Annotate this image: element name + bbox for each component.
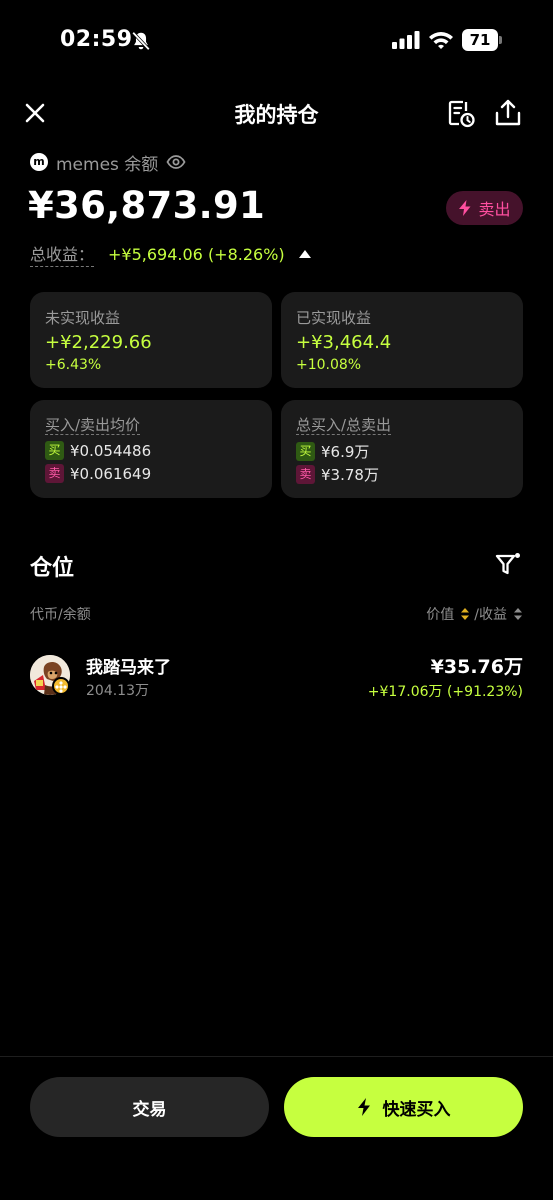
lightning-icon xyxy=(459,200,471,216)
sort-arrows-active-icon[interactable] xyxy=(460,607,470,621)
realized-pnl-card: 已实现收益 +¥3,464.4 +10.08% xyxy=(281,292,523,388)
sell-button-label: 卖出 xyxy=(478,200,511,219)
battery-indicator: 71 xyxy=(462,29,502,51)
buy-tag: 买 xyxy=(45,441,64,460)
trade-button-label: 交易 xyxy=(132,1099,167,1120)
avg-buy-line: 买 ¥0.054486 xyxy=(45,441,151,460)
share-icon[interactable] xyxy=(494,98,522,128)
token-pnl: +¥17.06万 (+91.23%) xyxy=(367,684,523,700)
card-value: +¥3,464.4 xyxy=(296,332,392,353)
buy-tag: 买 xyxy=(296,442,315,461)
nav-bar: 我的持仓 xyxy=(0,90,553,136)
sell-tag: 卖 xyxy=(45,464,64,483)
total-buy-value: ¥6.9万 xyxy=(321,443,370,461)
balance-amount: ¥36,873.91 xyxy=(28,184,266,227)
quick-buy-button-label: 快速买入 xyxy=(382,1099,451,1120)
avg-sell-line: 卖 ¥0.061649 xyxy=(45,464,151,483)
sort-arrows-icon[interactable] xyxy=(513,607,523,621)
wifi-icon xyxy=(429,32,453,49)
status-time: 02:59 xyxy=(60,27,133,52)
card-label[interactable]: 总买入/总卖出 xyxy=(296,416,392,435)
card-value: +¥2,229.66 xyxy=(45,332,152,353)
sort-by-value[interactable]: 价值 xyxy=(426,604,454,624)
card-label-wrap: 总买入/总卖出 xyxy=(296,414,392,435)
battery-cap xyxy=(499,36,502,44)
eye-icon[interactable] xyxy=(166,154,186,170)
avg-price-card: 买入/卖出均价 买 ¥0.054486 卖 ¥0.061649 xyxy=(30,400,272,498)
card-percent: +6.43% xyxy=(45,357,102,373)
token-value: ¥35.76万 xyxy=(430,656,523,678)
sell-tag: 卖 xyxy=(296,465,315,484)
sell-button[interactable]: 卖出 xyxy=(446,191,523,225)
bottom-divider xyxy=(0,1056,553,1057)
bell-muted-icon xyxy=(132,31,150,51)
column-value-pnl: 价值 /收益 xyxy=(426,604,523,624)
history-icon[interactable] xyxy=(446,98,476,128)
token-name: 我踏马来了 xyxy=(86,658,171,678)
filter-icon[interactable] xyxy=(494,551,522,579)
total-sell-value: ¥3.78万 xyxy=(321,466,379,484)
bnb-chain-badge-icon xyxy=(52,677,70,695)
total-buy-line: 买 ¥6.9万 xyxy=(296,441,369,462)
unrealized-pnl-card: 未实现收益 +¥2,229.66 +6.43% xyxy=(30,292,272,388)
column-token-balance: 代币/余额 xyxy=(30,607,91,623)
sort-by-pnl[interactable]: /收益 xyxy=(474,604,507,624)
card-percent: +10.08% xyxy=(296,357,362,373)
token-quantity: 204.13万 xyxy=(86,683,149,699)
total-pnl-row: 总收益： +¥5,694.06 (+8.26%) xyxy=(30,241,311,267)
positions-title: 仓位 xyxy=(30,556,75,581)
avg-buy-value: ¥0.054486 xyxy=(70,441,152,460)
caret-up-icon[interactable] xyxy=(298,250,311,258)
balance-header: m memes 余额 xyxy=(30,150,186,175)
trade-button[interactable]: 交易 xyxy=(30,1077,269,1137)
card-label: 已实现收益 xyxy=(296,309,372,327)
battery-level: 71 xyxy=(462,29,498,51)
total-sell-line: 卖 ¥3.78万 xyxy=(296,464,379,485)
signal-icon xyxy=(392,31,420,49)
status-bar: 02:59 71 xyxy=(0,0,553,80)
avg-sell-value: ¥0.061649 xyxy=(70,464,152,483)
totals-card: 总买入/总卖出 买 ¥6.9万 卖 ¥3.78万 xyxy=(281,400,523,498)
list-item[interactable]: 我踏马来了 204.13万 ¥35.76万 +¥17.06万 (+91.23%) xyxy=(0,650,553,706)
lightning-icon xyxy=(357,1098,370,1116)
card-label[interactable]: 买入/卖出均价 xyxy=(45,416,141,435)
card-label-wrap: 买入/卖出均价 xyxy=(45,414,141,435)
card-label: 未实现收益 xyxy=(45,309,121,327)
quick-buy-button[interactable]: 快速买入 xyxy=(284,1077,523,1137)
total-pnl-label[interactable]: 总收益： xyxy=(30,241,95,267)
total-pnl-value: +¥5,694.06 (+8.26%) xyxy=(108,244,285,264)
memes-logo: m xyxy=(30,153,48,171)
balance-label: memes 余额 xyxy=(56,154,159,175)
